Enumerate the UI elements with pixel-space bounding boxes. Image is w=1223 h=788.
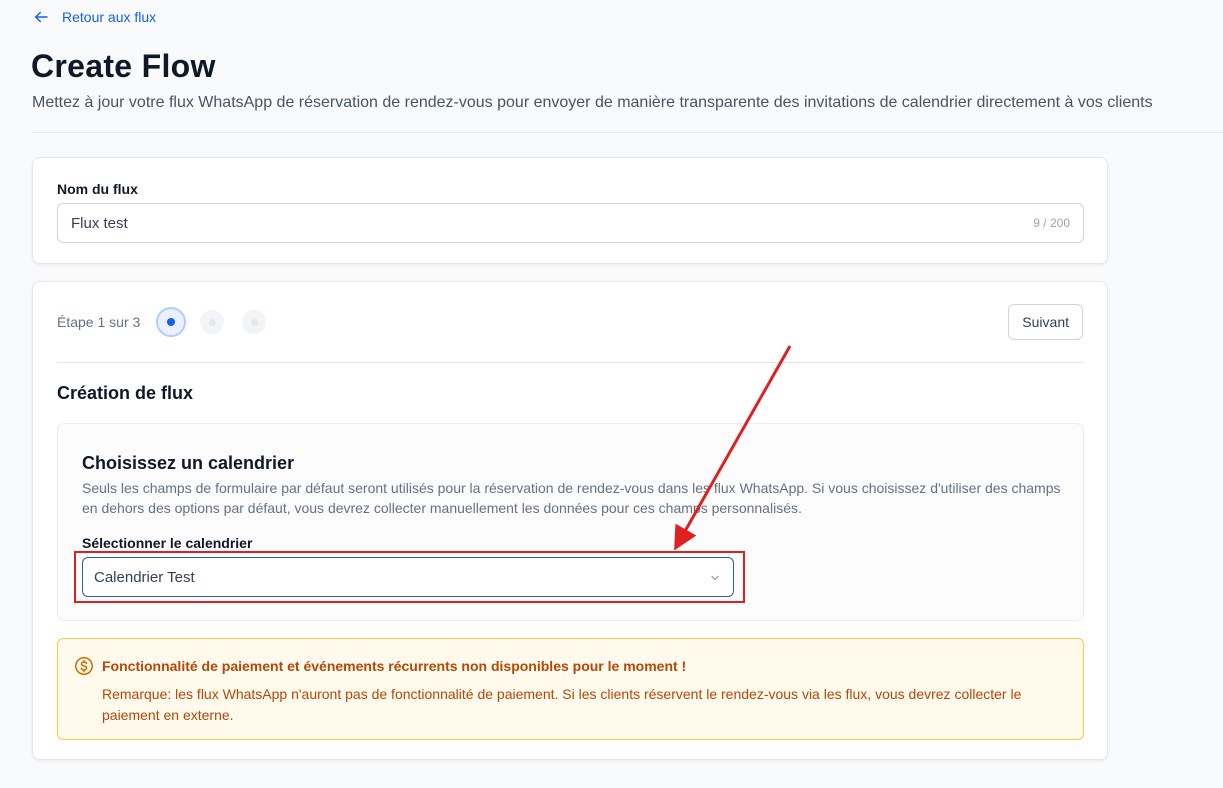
back-to-flows-link[interactable]: Retour aux flux [32,8,156,26]
warning-text: Remarque: les flux WhatsApp n'auront pas… [102,686,1022,723]
flow-builder-card: Étape 1 sur 3 Suivant Création de flux C… [32,281,1108,760]
warning-title: Fonctionnalité de paiement et événements… [102,658,687,674]
back-link-label: Retour aux flux [62,9,157,25]
step-3-dot[interactable] [242,310,267,334]
dollar-circle-icon [75,657,93,675]
step-indicator-label: Étape 1 sur 3 [57,314,141,330]
step-1-dot[interactable] [156,307,187,337]
step-2-dot[interactable] [200,310,225,334]
next-button[interactable]: Suivant [1008,304,1083,340]
stepper: Étape 1 sur 3 Suivant [57,304,1083,340]
stepper-divider [57,362,1083,363]
calendar-select-label: Sélectionner le calendrier [82,535,253,551]
page-title: Create Flow [31,48,216,84]
calendar-selected-value: Calendrier Test [94,568,195,586]
calendar-title: Choisissez un calendrier [82,453,295,473]
section-title: Création de flux [57,383,194,403]
header-divider [32,132,1223,133]
arrow-left-icon [35,11,48,23]
payment-warning-alert: Fonctionnalité de paiement et événements… [57,638,1084,740]
calendar-select[interactable]: Calendrier Test [82,557,734,597]
calendar-description: Seuls les champs de formulaire par défau… [82,480,1061,516]
page-subtitle: Mettez à jour votre flux WhatsApp de rés… [32,94,1153,111]
flow-name-card: Nom du flux Flux test 9 / 200 [32,157,1108,264]
flow-name-label: Nom du flux [57,181,138,197]
flow-name-value: Flux test [71,214,128,232]
flow-name-input[interactable]: Flux test 9 / 200 [57,203,1084,243]
flow-name-char-count: 9 / 200 [1033,216,1070,230]
calendar-panel: Choisissez un calendrier Seuls les champ… [57,423,1084,621]
chevron-down-icon [711,575,719,581]
